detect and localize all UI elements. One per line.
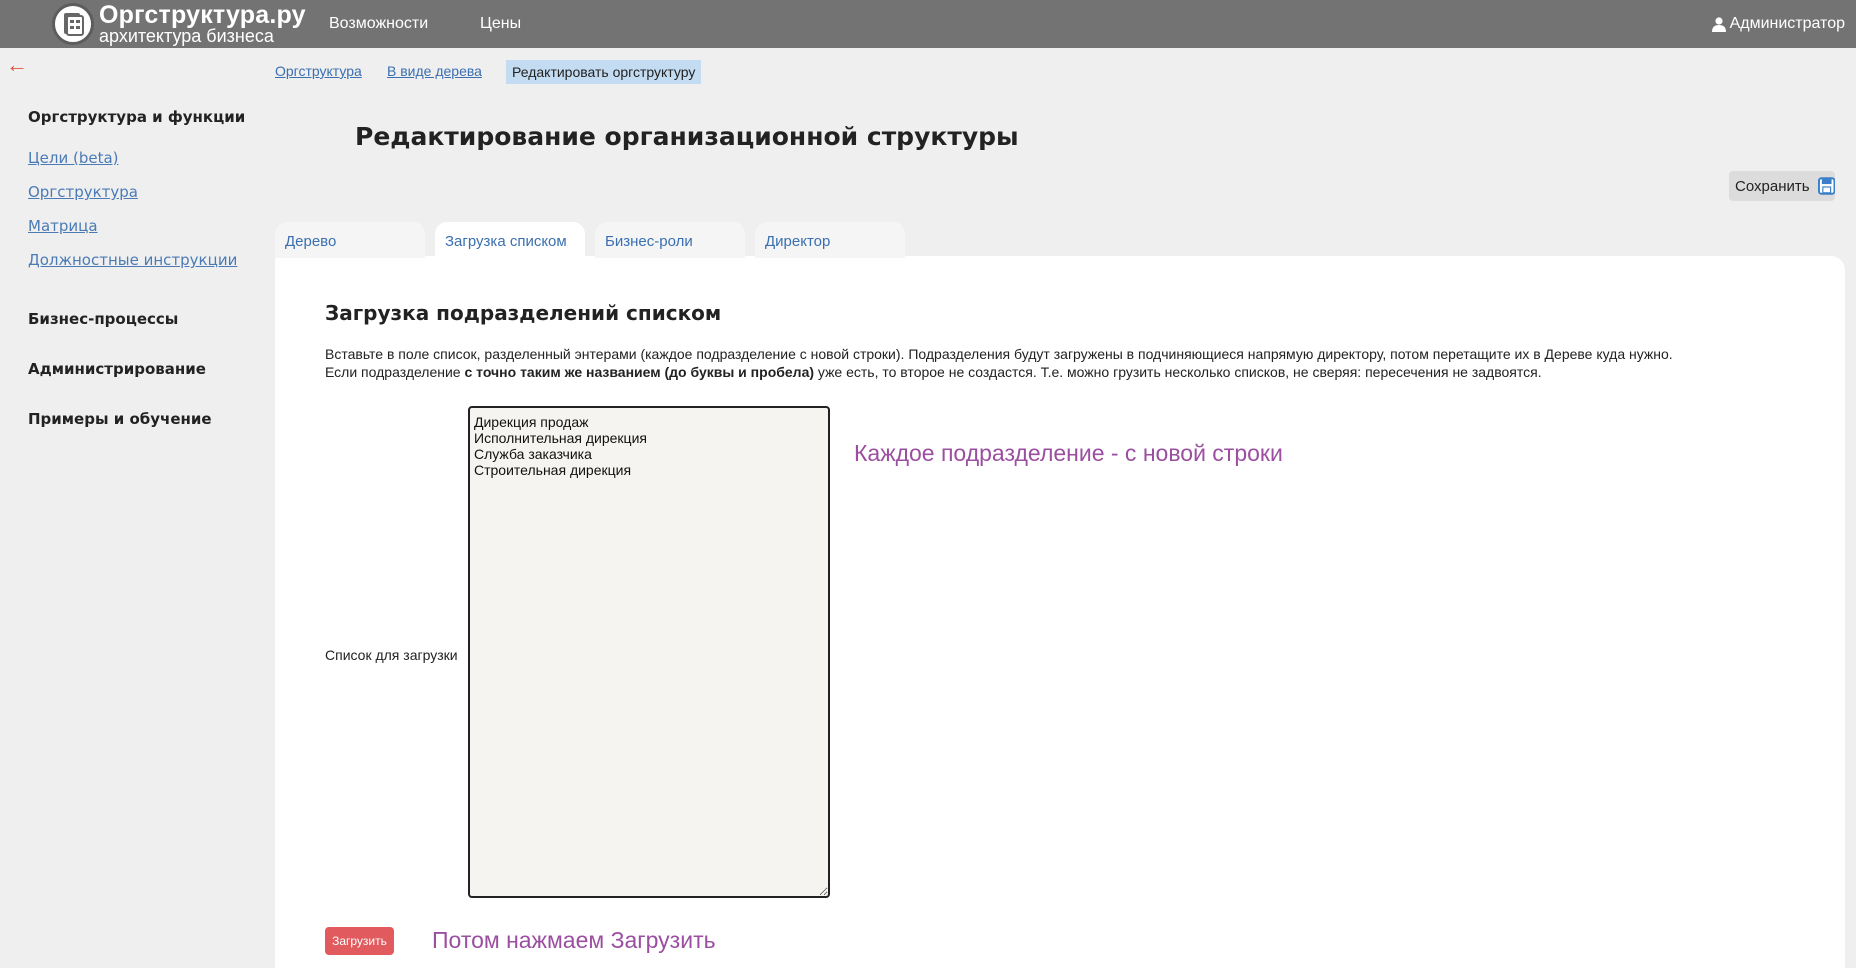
sidebar-link-orgstructure[interactable]: Оргструктура bbox=[28, 183, 138, 201]
sidebar-heading-examples[interactable]: Примеры и обучение bbox=[28, 410, 212, 428]
back-arrow-icon[interactable]: ← bbox=[6, 54, 28, 76]
user-menu[interactable]: Администратор bbox=[1711, 15, 1845, 33]
breadcrumb-tree-view[interactable]: В виде дерева bbox=[387, 63, 482, 79]
hint-new-line: Каждое подразделение - с новой строки bbox=[854, 440, 1283, 466]
top-bar: Оргструктура.ру архитектура бизнеса Возм… bbox=[0, 0, 1856, 48]
user-icon bbox=[1711, 16, 1726, 32]
hint-press-load: Потом нажмаем Загрузить bbox=[432, 927, 716, 953]
list-label: Список для загрузки bbox=[325, 647, 458, 663]
save-button[interactable]: Сохранить bbox=[1729, 171, 1835, 201]
breadcrumb-orgstructure[interactable]: Оргструктура bbox=[275, 63, 362, 79]
logo[interactable]: Оргструктура.ру архитектура бизнеса bbox=[52, 3, 306, 45]
sidebar-heading-orgstructure[interactable]: Оргструктура и функции bbox=[28, 108, 245, 126]
save-button-label: Сохранить bbox=[1735, 177, 1810, 195]
sidebar-heading-business-processes[interactable]: Бизнес-процессы bbox=[28, 310, 178, 328]
floppy-disk-icon bbox=[1817, 177, 1835, 195]
page-title: Редактирование организационной структуры bbox=[355, 122, 1019, 151]
logo-icon bbox=[52, 3, 94, 45]
sidebar-heading-administration[interactable]: Администрирование bbox=[28, 360, 206, 378]
logo-name: Оргструктура.ру bbox=[99, 1, 306, 29]
description-line-1: Вставьте в поле список, разделенный энте… bbox=[325, 346, 1673, 362]
load-button[interactable]: Загрузить bbox=[325, 927, 394, 955]
description-emphasis: с точно таким же названием (до буквы и п… bbox=[464, 364, 815, 380]
sidebar-link-matrix[interactable]: Матрица bbox=[28, 217, 98, 235]
breadcrumb-current: Редактировать оргструктуру bbox=[506, 60, 702, 84]
nav-prices[interactable]: Цены bbox=[480, 15, 521, 33]
sidebar-link-goals[interactable]: Цели (beta) bbox=[28, 149, 119, 167]
user-name: Администратор bbox=[1729, 15, 1845, 32]
tab-list-upload[interactable]: Загрузка списком bbox=[435, 222, 585, 258]
section-title: Загрузка подразделений списком bbox=[325, 301, 722, 325]
logo-subtitle: архитектура бизнеса bbox=[99, 26, 274, 46]
tab-business-roles[interactable]: Бизнес-роли bbox=[595, 222, 745, 258]
upload-list-textarea[interactable] bbox=[468, 406, 830, 898]
sidebar-link-job-descriptions[interactable]: Должностные инструкции bbox=[28, 251, 237, 269]
tab-tree[interactable]: Дерево bbox=[275, 222, 425, 258]
nav-features[interactable]: Возможности bbox=[329, 15, 428, 33]
description-line-2: Если подразделение с точно таким же назв… bbox=[325, 364, 1542, 380]
tab-director[interactable]: Директор bbox=[755, 222, 905, 258]
